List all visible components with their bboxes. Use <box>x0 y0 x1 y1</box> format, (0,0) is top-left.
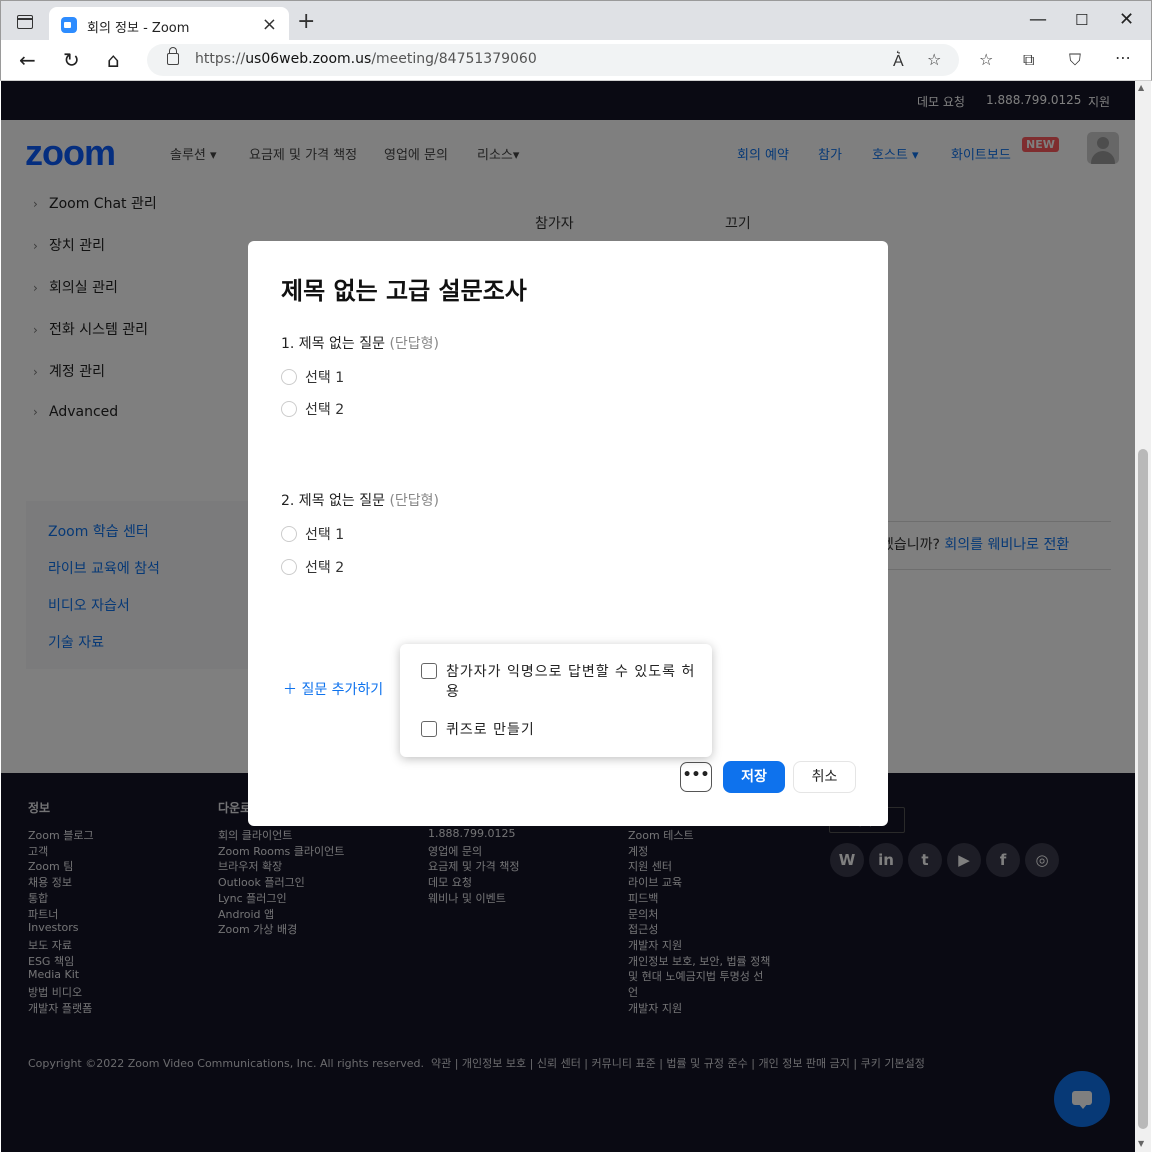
scrollbar-thumb[interactable] <box>1138 449 1148 1129</box>
quiz-checkbox[interactable] <box>421 721 437 737</box>
page-content: 데모 요청 1.888.799.0125 지원 zoom 솔루션 ▾ 요금제 및… <box>1 81 1135 1152</box>
scroll-down-icon[interactable]: ▼ <box>1138 1139 1144 1148</box>
new-tab-icon[interactable]: + <box>297 9 315 34</box>
url-text: https://us06web.zoom.us/meeting/84751379… <box>195 51 537 67</box>
tab-close-icon[interactable]: × <box>262 14 277 35</box>
question-2-option-2[interactable]: 선택 2 <box>281 557 344 577</box>
scroll-up-icon[interactable]: ▲ <box>1138 83 1144 92</box>
browser-tabbar: 회의 정보 - Zoom × + — ☐ ✕ <box>0 0 1152 41</box>
radio-icon[interactable] <box>281 401 297 417</box>
collections-icon[interactable]: ⧉ <box>1023 50 1034 70</box>
back-icon[interactable]: ← <box>19 48 36 72</box>
dialog-title: 제목 없는 고급 설문조사 <box>281 277 527 305</box>
question-1-option-1[interactable]: 선택 1 <box>281 367 344 387</box>
add-favorite-icon[interactable]: ☆ <box>927 50 941 69</box>
favorites-icon[interactable]: ☆ <box>979 50 993 69</box>
anonymous-checkbox[interactable] <box>421 663 437 679</box>
question-2-title: 2. 제목 없는 질문 (단답형) <box>281 493 440 509</box>
more-options-popover: 참가자가 익명으로 답변할 수 있도록 허용 퀴즈로 만들기 <box>400 644 712 757</box>
question-1-option-2[interactable]: 선택 2 <box>281 399 344 419</box>
more-menu-icon[interactable]: ⋯ <box>1115 48 1131 67</box>
cancel-button[interactable]: 취소 <box>793 761 856 793</box>
radio-icon[interactable] <box>281 526 297 542</box>
zoom-favicon-icon <box>61 17 77 33</box>
quiz-label: 퀴즈로 만들기 <box>446 722 535 738</box>
radio-icon[interactable] <box>281 369 297 385</box>
home-icon[interactable]: ⌂ <box>107 48 120 72</box>
question-1-title: 1. 제목 없는 질문 (단답형) <box>281 336 440 352</box>
browser-tab[interactable]: 회의 정보 - Zoom × <box>49 7 289 41</box>
shield-icon[interactable]: ⛉ <box>1069 50 1081 70</box>
refresh-icon[interactable]: ↻ <box>63 48 80 72</box>
browser-toolbar: ← ↻ ⌂ https://us06web.zoom.us/meeting/84… <box>0 40 1152 81</box>
question-2-option-1[interactable]: 선택 1 <box>281 524 344 544</box>
page-scrollbar[interactable]: ▲ ▼ <box>1135 81 1151 1152</box>
save-button[interactable]: 저장 <box>723 761 785 793</box>
window-close-icon[interactable]: ✕ <box>1119 9 1134 30</box>
minimize-icon[interactable]: — <box>1029 9 1047 30</box>
more-options-button[interactable]: ••• <box>680 762 712 792</box>
plus-icon: ＋ <box>283 682 297 698</box>
add-question-button[interactable]: ＋ 질문 추가하기 <box>283 679 383 699</box>
anonymous-label: 참가자가 익명으로 답변할 수 있도록 허용 <box>446 664 696 700</box>
address-bar[interactable]: https://us06web.zoom.us/meeting/84751379… <box>147 44 959 76</box>
radio-icon[interactable] <box>281 559 297 575</box>
read-aloud-icon[interactable]: A͛ <box>893 51 904 71</box>
tab-actions-icon[interactable] <box>17 15 33 29</box>
lock-icon[interactable] <box>167 47 179 65</box>
maximize-icon[interactable]: ☐ <box>1075 11 1088 29</box>
tab-title: 회의 정보 - Zoom <box>87 21 190 36</box>
